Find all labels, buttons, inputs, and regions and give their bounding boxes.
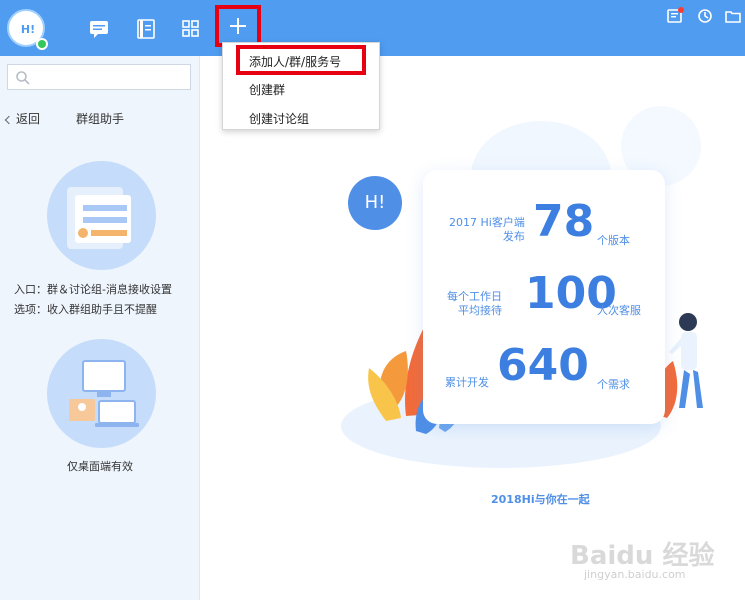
apps-icon[interactable] bbox=[180, 18, 202, 40]
note-line2: 选项：收入群组助手且不提醒 bbox=[14, 303, 157, 316]
message-settings-illustration bbox=[47, 161, 156, 270]
stat1-value: 78 bbox=[533, 196, 595, 247]
contacts-icon[interactable] bbox=[135, 18, 157, 40]
stat2-label-line1: 每个工作日 bbox=[447, 290, 502, 303]
footer-slogan: 2018Hi与你在一起 bbox=[491, 493, 590, 506]
settings-note: 入口：群＆讨论组-消息接收设置 选项：收入群组助手且不提醒 bbox=[14, 280, 172, 320]
search-icon bbox=[16, 71, 30, 85]
panel-title: 群组助手 bbox=[76, 112, 125, 126]
stats-card: 2017 Hi客户端 发布 78 个版本 每个工作日 平均接待 100 人次客服… bbox=[423, 170, 665, 424]
menu-item-create-discussion[interactable]: 创建讨论组 bbox=[249, 110, 309, 127]
watermark-logo: Baidu 经验 bbox=[570, 541, 715, 571]
add-button[interactable] bbox=[215, 5, 261, 47]
chevron-left-icon bbox=[4, 115, 14, 125]
stat1-label: 2017 Hi客户端 发布 bbox=[449, 216, 525, 244]
history-icon[interactable] bbox=[697, 8, 713, 24]
back-button[interactable]: 返回 bbox=[4, 110, 41, 127]
notification-badge bbox=[678, 7, 684, 13]
desktop-illustration bbox=[47, 339, 156, 448]
stat1-label-line1: 2017 Hi客户端 bbox=[449, 216, 525, 229]
stat1-label-line2: 发布 bbox=[502, 230, 525, 243]
user-avatar[interactable]: H! bbox=[7, 9, 48, 50]
chat-icon[interactable] bbox=[88, 18, 110, 40]
search-input[interactable] bbox=[7, 64, 191, 90]
sidebar: 返回 群组助手 入口：群＆讨论组-消息接收设置 选项：收入群组助手且不提醒 仅桌… bbox=[0, 56, 200, 600]
watermark-url: jingyan.baidu.com bbox=[584, 568, 686, 581]
stat3-label: 累计开发 bbox=[445, 376, 489, 389]
hi-logo-bubble: H! bbox=[348, 176, 402, 230]
highlight-box bbox=[236, 45, 366, 75]
stat1-unit: 个版本 bbox=[597, 234, 630, 247]
stat2-unit: 人次客服 bbox=[597, 304, 641, 317]
stat3-value: 640 bbox=[497, 340, 589, 391]
folder-icon[interactable] bbox=[725, 8, 741, 24]
add-icon-stroke bbox=[237, 18, 239, 34]
menu-item-create-group[interactable]: 创建群 bbox=[249, 81, 285, 98]
desktop-only-note: 仅桌面端有效 bbox=[67, 460, 133, 473]
note-line1: 入口：群＆讨论组-消息接收设置 bbox=[14, 283, 172, 296]
back-label: 返回 bbox=[16, 112, 41, 126]
avatar-text: H! bbox=[20, 23, 36, 36]
stat2-label: 每个工作日 平均接待 bbox=[447, 290, 502, 318]
online-status-icon bbox=[36, 38, 48, 50]
stat2-label-line2: 平均接待 bbox=[458, 304, 502, 317]
stat3-unit: 个需求 bbox=[597, 378, 630, 391]
